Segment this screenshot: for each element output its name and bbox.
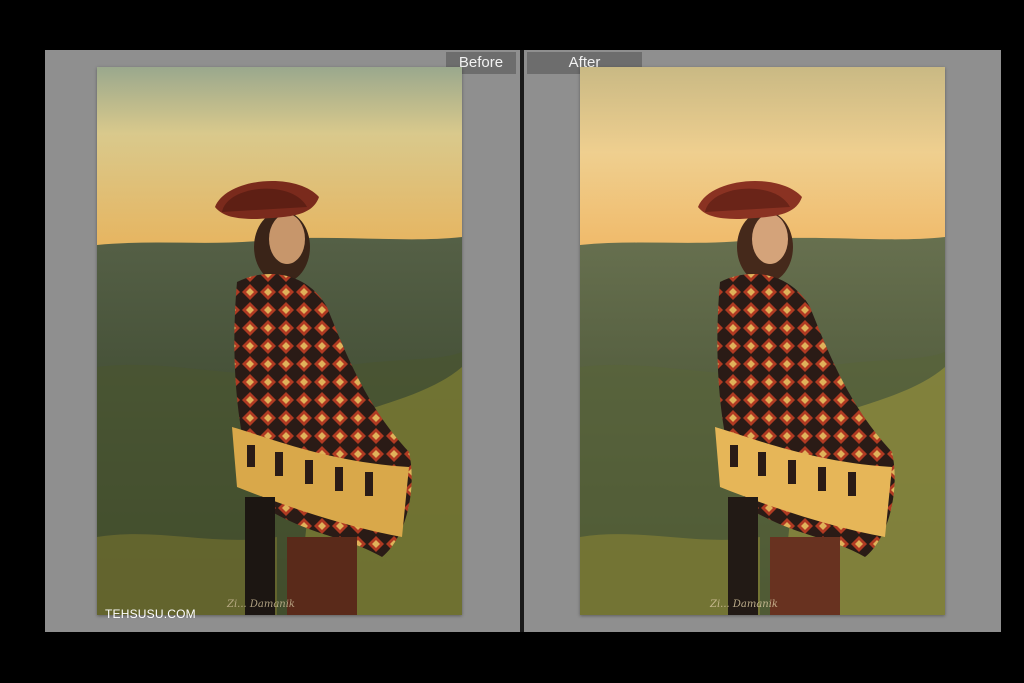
before-panel: Before Zi... Damanik — [45, 50, 520, 632]
photographer-signature-after: Zi... Damanik — [709, 599, 778, 610]
before-photo-image: Zi... Damanik — [97, 67, 462, 615]
site-watermark: TEHSUSU.COM — [105, 607, 196, 621]
before-after-compare-view: Before Zi... Damanik After Zi... Damanik… — [0, 0, 1024, 683]
before-photo: Zi... Damanik — [97, 67, 462, 615]
photographer-signature: Zi... Damanik — [226, 599, 295, 610]
after-panel: After Zi... Damanik — [524, 50, 1001, 632]
after-photo: Zi... Damanik — [580, 67, 945, 615]
after-photo-image: Zi... Damanik — [580, 67, 945, 615]
